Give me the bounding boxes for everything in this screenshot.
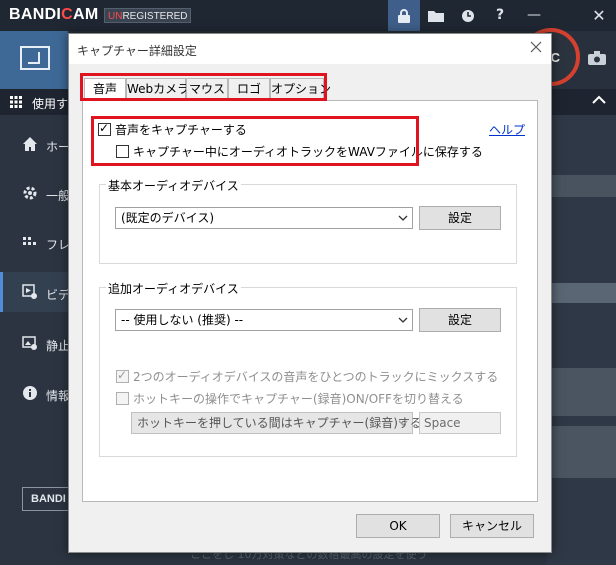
checkbox-box[interactable] — [116, 391, 129, 405]
sidebar-item-label: 一般 — [46, 189, 71, 203]
gear-icon — [22, 185, 38, 205]
grid-menu-icon[interactable] — [10, 96, 22, 108]
chevron-down-icon — [398, 208, 408, 236]
hotkey-mode-select[interactable]: ホットキーを押している間はキャプチャー(録音)する — [131, 412, 422, 434]
basic-audio-device-select[interactable]: (既定のデバイス) — [115, 207, 413, 229]
info-icon — [22, 385, 38, 405]
extra-device-settings-button[interactable]: 設定 — [419, 308, 501, 332]
folder-icon[interactable] — [420, 0, 452, 31]
chevron-down-icon — [398, 413, 408, 441]
capture-settings-dialog: キャプチャー詳細設定 音声 Webカメラ マウス ロゴ オプション 音声をキャプ… — [68, 33, 552, 553]
capture-audio-label: 音声をキャプチャーする — [115, 122, 247, 137]
lock-icon[interactable] — [388, 0, 420, 31]
sidebar-item-label: 情報 — [46, 389, 71, 403]
close-icon[interactable]: ✕ — [583, 0, 615, 31]
extra-audio-device-select[interactable]: -- 使用しない (推奨) -- — [115, 309, 413, 331]
minimize-icon[interactable]: — — [518, 0, 550, 31]
basic-audio-device-value: (既定のデバイス) — [121, 211, 215, 225]
sidebar-item-video[interactable]: ビデ — [0, 272, 70, 312]
extra-audio-device-value: -- 使用しない (推奨) -- — [121, 313, 244, 327]
checkbox-box[interactable] — [116, 368, 129, 383]
chevron-down-icon — [398, 310, 408, 338]
sidebar-item-general[interactable]: 一般 — [0, 173, 70, 213]
sidebar-item-fps[interactable]: フレ — [0, 222, 70, 262]
capture-audio-checkbox[interactable]: 音声をキャプチャーする — [98, 121, 247, 137]
app-logo: BANDICAM — [9, 6, 99, 23]
checkbox-box[interactable] — [98, 121, 111, 136]
screen-mode-button[interactable] — [0, 31, 68, 89]
fps-icon — [22, 234, 38, 254]
camera-icon[interactable] — [588, 50, 606, 69]
dialog-title: キャプチャー詳細設定 — [77, 44, 197, 58]
hotkey-toggle-checkbox[interactable]: ホットキーの操作でキャプチャー(録音)ON/OFFを切り替える — [116, 390, 464, 406]
extra-audio-device-title: 追加オーディオデバイス — [106, 280, 241, 297]
video-settings-icon — [22, 284, 38, 304]
unregistered-badge: UNREGISTERED — [104, 8, 192, 23]
mix-tracks-label: 2つのオーディオデバイスの音声をひとつのトラックにミックスする — [133, 369, 499, 384]
sidebar-item-home[interactable]: ホー — [0, 124, 70, 164]
sidebar-item-label: 静止 — [46, 339, 71, 353]
save-wav-label: キャプチャー中にオーディオトラックをWAVファイルに保存する — [133, 144, 483, 159]
sidebar-item-label: ビデ — [46, 288, 71, 302]
settings-block — [547, 426, 616, 478]
cancel-button[interactable]: キャンセル — [450, 514, 534, 538]
mix-tracks-checkbox[interactable]: 2つのオーディオデバイスの音声をひとつのトラックにミックスする — [116, 368, 498, 384]
hotkey-mode-value: ホットキーを押している間はキャプチャー(録音)する — [137, 416, 422, 430]
screen-region-icon — [20, 46, 50, 70]
tab-audio[interactable]: 音声 — [84, 78, 126, 101]
basic-audio-device-title: 基本オーディオデバイス — [106, 177, 241, 194]
settings-block — [547, 368, 616, 416]
settings-row — [547, 175, 616, 197]
save-wav-checkbox[interactable]: キャプチャー中にオーディオトラックをWAVファイルに保存する — [116, 143, 483, 159]
sidebar-item-image[interactable]: 静止 — [0, 323, 70, 363]
basic-device-settings-button[interactable]: 設定 — [419, 206, 501, 230]
sidebar-item-info[interactable]: 情報 — [0, 373, 70, 413]
image-icon — [22, 335, 38, 355]
home-icon — [22, 136, 38, 156]
tabbar: 音声 Webカメラ マウス ロゴ オプション — [82, 78, 331, 101]
chevron-up-icon[interactable] — [592, 93, 606, 109]
checkbox-box[interactable] — [116, 144, 129, 158]
tab-webcam[interactable]: Webカメラ — [126, 78, 189, 100]
help-link[interactable]: ヘルプ — [489, 121, 525, 138]
help-icon[interactable]: ? — [484, 0, 516, 31]
tab-options[interactable]: オプション — [270, 78, 331, 100]
sidebar-item-label: フレ — [46, 238, 71, 252]
menu-label: 使用す — [32, 97, 69, 111]
tab-logo[interactable]: ロゴ — [228, 78, 270, 100]
sidebar-item-label: ホー — [46, 140, 71, 154]
hotkey-toggle-label: ホットキーの操作でキャプチャー(録音)ON/OFFを切り替える — [133, 391, 464, 406]
settings-row — [547, 283, 616, 303]
dialog-close-icon[interactable] — [527, 39, 545, 57]
bandicut-button[interactable]: BANDI — [22, 487, 72, 511]
ok-button[interactable]: OK — [356, 514, 440, 538]
clock-icon[interactable] — [452, 0, 484, 31]
tab-mouse[interactable]: マウス — [186, 78, 228, 100]
hotkey-input[interactable]: Space — [419, 412, 501, 434]
